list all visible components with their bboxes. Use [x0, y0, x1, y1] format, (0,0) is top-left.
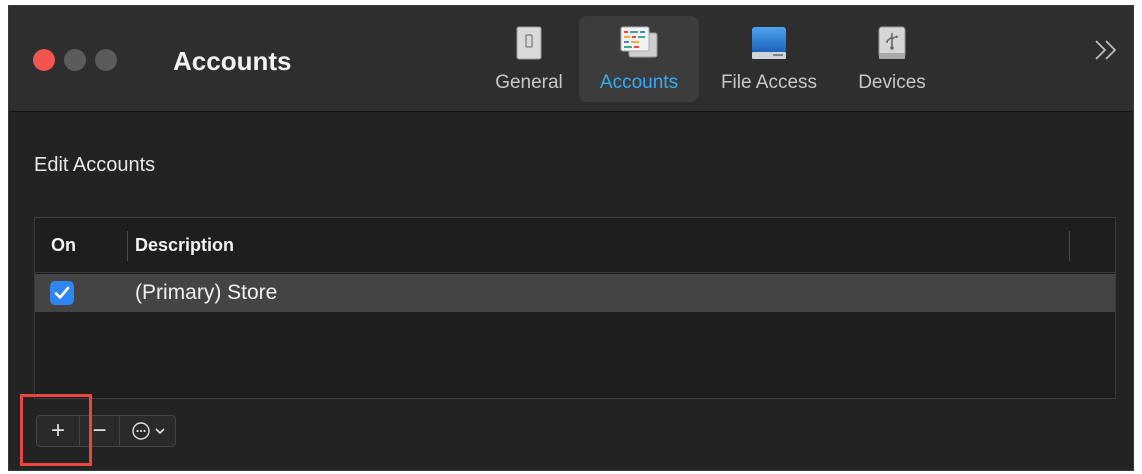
minimize-window-button[interactable]: [64, 49, 86, 71]
tab-devices-label: Devices: [858, 72, 926, 93]
section-title: Edit Accounts: [34, 154, 156, 176]
close-window-button[interactable]: [33, 49, 55, 71]
more-actions-menu-button[interactable]: [120, 415, 176, 447]
file-access-icon: [749, 24, 789, 62]
titlebar: Accounts General Accounts File Access De…: [9, 6, 1133, 112]
table-action-bar: + −: [36, 415, 176, 447]
tab-file-access-label: File Access: [720, 72, 818, 93]
add-account-button[interactable]: +: [36, 415, 80, 447]
account-description: (Primary) Store: [135, 281, 278, 304]
table-row[interactable]: (Primary) Store: [35, 274, 1115, 312]
chevron-double-right-icon: [1095, 40, 1117, 60]
ellipsis-circle-icon: [131, 422, 150, 440]
table-header: On Description: [35, 218, 1115, 273]
chevron-down-icon: [154, 428, 165, 435]
column-header-on[interactable]: On: [51, 235, 76, 256]
accounts-table: On Description (Primary) Store: [34, 217, 1116, 399]
tab-file-access[interactable]: File Access: [704, 16, 834, 102]
toolbar-overflow-button[interactable]: [1093, 36, 1119, 68]
column-header-description[interactable]: Description: [135, 235, 234, 256]
tab-general[interactable]: General: [484, 16, 574, 102]
column-separator[interactable]: [1069, 231, 1070, 261]
remove-account-button[interactable]: −: [80, 415, 120, 447]
preferences-window: Accounts General Accounts File Access De…: [8, 5, 1134, 471]
tab-accounts-label: Accounts: [599, 72, 679, 93]
accounts-icon: [619, 24, 659, 62]
zoom-window-button[interactable]: [95, 49, 117, 71]
general-icon: [509, 24, 549, 62]
account-enabled-checkbox[interactable]: [50, 281, 74, 305]
tab-general-label: General: [495, 72, 563, 93]
devices-icon: [872, 24, 912, 62]
checkmark-icon: [54, 286, 70, 299]
tab-devices[interactable]: Devices: [847, 16, 937, 102]
window-title: Accounts: [173, 46, 292, 76]
tab-accounts[interactable]: Accounts: [579, 16, 699, 102]
column-separator[interactable]: [127, 231, 128, 261]
